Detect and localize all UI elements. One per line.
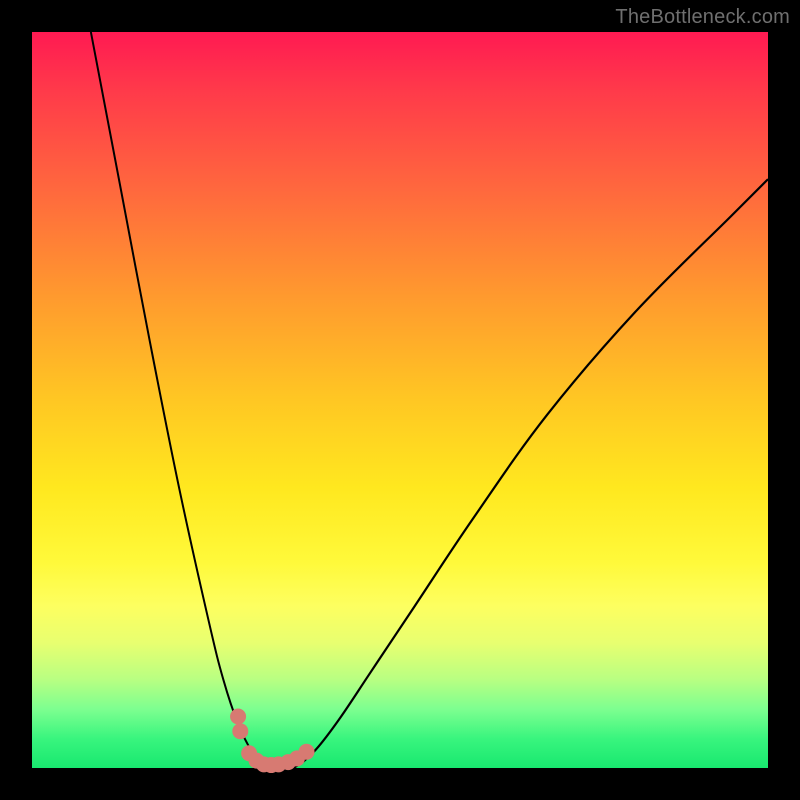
plot-area [32, 32, 768, 768]
marker-point [299, 744, 315, 760]
marker-point [232, 723, 248, 739]
watermark-text: TheBottleneck.com [615, 6, 790, 29]
left-curve [91, 32, 271, 768]
curves-svg [32, 32, 768, 768]
marker-points [230, 708, 314, 773]
right-curve [293, 179, 768, 768]
marker-point [230, 708, 246, 724]
chart-frame: TheBottleneck.com [0, 0, 800, 800]
